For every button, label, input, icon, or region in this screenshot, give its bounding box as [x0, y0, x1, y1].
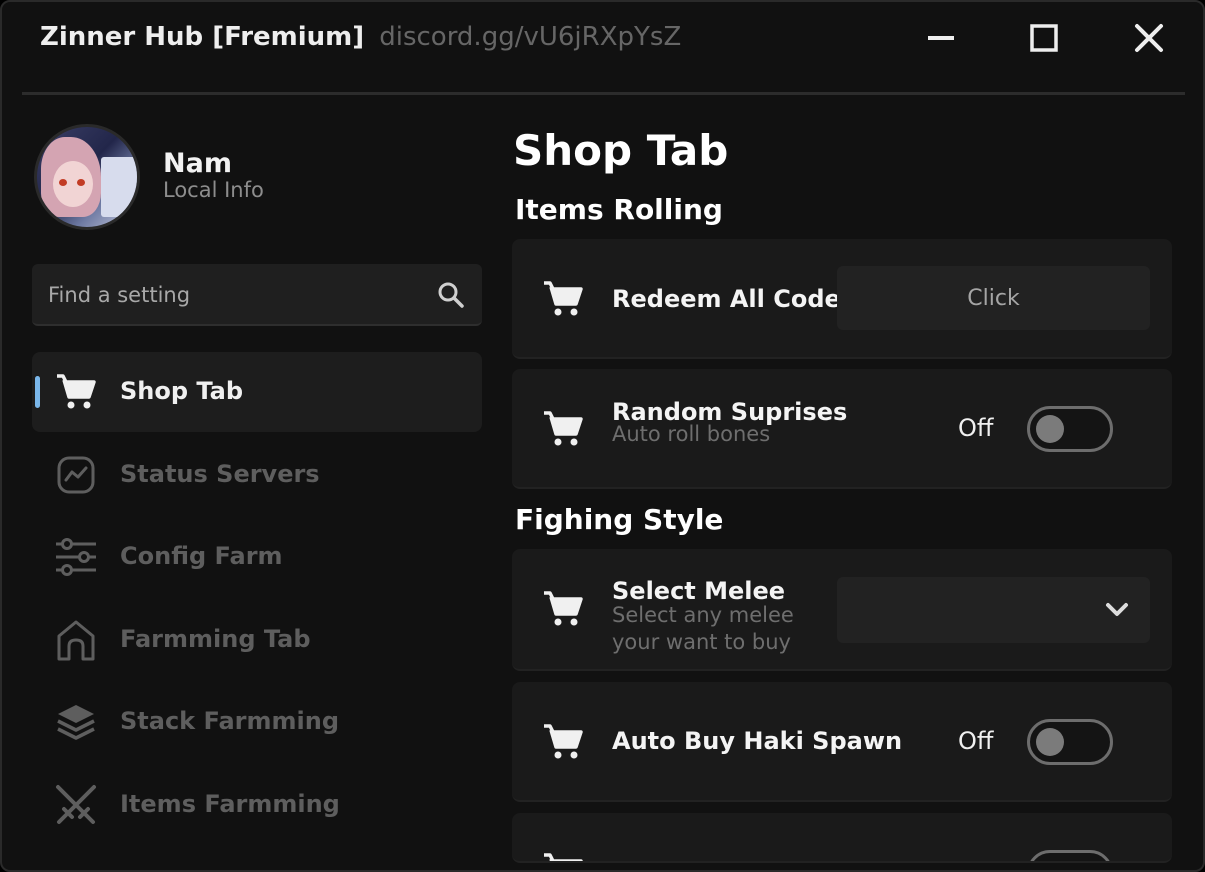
app-window: Zinner Hub [Fremium] discord.gg/vU6jRXpY… — [0, 0, 1205, 872]
setting-row-random-suprises: Random Suprises Auto roll bones Off — [512, 369, 1172, 489]
sidebar-item-label: Shop Tab — [120, 377, 244, 405]
close-button[interactable] — [1129, 18, 1169, 58]
sidebar-item-label: Config Farm — [120, 542, 283, 570]
setting-row-auto-buy-haki-spawn: Auto Buy Haki Spawn Off — [512, 682, 1172, 802]
discord-link[interactable]: discord.gg/vU6jRXpYsZ — [379, 22, 681, 52]
toggle-state-label: Off — [958, 414, 994, 442]
window-title-label: Zinner Hub [Fremium] — [40, 22, 365, 52]
layers-icon — [54, 702, 98, 742]
setting-title: Select Melee — [612, 577, 786, 605]
partial-row-toggle[interactable] — [1027, 850, 1113, 861]
cart-icon — [544, 724, 583, 759]
toggle-knob — [1036, 415, 1064, 443]
setting-row-partial — [512, 813, 1172, 863]
cart-icon — [54, 372, 98, 412]
profile-subtitle: Local Info — [163, 178, 264, 202]
sidebar-item-config-farm[interactable]: Config Farm — [32, 517, 482, 597]
toggle-state-label: Off — [958, 727, 994, 755]
sidebar-item-label: Status Servers — [120, 460, 320, 488]
close-icon — [1135, 24, 1163, 52]
cart-icon — [544, 411, 583, 446]
auto-buy-haki-toggle[interactable] — [1027, 719, 1113, 765]
minimize-button[interactable] — [921, 18, 961, 58]
cart-icon — [544, 853, 583, 861]
home-icon — [54, 620, 98, 661]
title-divider — [22, 92, 1185, 95]
maximize-icon — [1030, 24, 1058, 52]
setting-title: Redeem All Codes — [612, 285, 856, 313]
page-title: Shop Tab — [513, 126, 729, 175]
search-box — [32, 264, 482, 326]
redeem-codes-button[interactable]: Click — [837, 266, 1150, 330]
sidebar-item-label: Items Farmming — [120, 790, 340, 818]
search-icon[interactable] — [436, 280, 466, 310]
profile-name: Nam — [163, 148, 232, 179]
swords-icon — [54, 785, 98, 825]
melee-dropdown[interactable] — [837, 577, 1150, 643]
sliders-icon — [54, 537, 98, 577]
title-bar: Zinner Hub [Fremium] discord.gg/vU6jRXpY… — [2, 2, 1203, 92]
maximize-button[interactable] — [1024, 18, 1064, 58]
section-title-fighing-style: Fighing Style — [515, 503, 724, 536]
random-suprises-toggle[interactable] — [1027, 406, 1113, 452]
setting-row-select-melee: Select Melee Select any melee your want … — [512, 549, 1172, 671]
activity-icon — [54, 455, 98, 495]
active-indicator — [35, 376, 40, 408]
window-title: Zinner Hub [Fremium] discord.gg/vU6jRXpY… — [40, 22, 681, 52]
section-title-items-rolling: Items Rolling — [515, 193, 723, 226]
sidebar-item-label: Farmming Tab — [120, 625, 311, 653]
chevron-down-icon — [1106, 603, 1128, 616]
sidebar-item-shop-tab[interactable]: Shop Tab — [32, 352, 482, 432]
minimize-icon — [928, 36, 954, 40]
search-input[interactable] — [48, 276, 428, 314]
profile-card: Nam Local Info — [34, 124, 474, 234]
setting-description: Auto roll bones — [612, 422, 771, 446]
avatar — [34, 124, 140, 230]
setting-row-redeem-all-codes: Redeem All Codes Click — [512, 239, 1172, 359]
cart-icon — [544, 591, 583, 626]
sidebar-item-items-farmming[interactable]: Items Farmming — [32, 765, 482, 845]
sidebar-item-farmming-tab[interactable]: Farmming Tab — [32, 600, 482, 680]
sidebar-item-stack-farmming[interactable]: Stack Farmming — [32, 682, 482, 762]
sidebar-item-label: Stack Farmming — [120, 707, 340, 735]
setting-description: Select any melee your want to buy — [612, 603, 794, 654]
setting-title: Auto Buy Haki Spawn — [612, 727, 903, 755]
sidebar-item-status-servers[interactable]: Status Servers — [32, 435, 482, 515]
toggle-knob — [1036, 728, 1064, 756]
cart-icon — [544, 281, 583, 316]
